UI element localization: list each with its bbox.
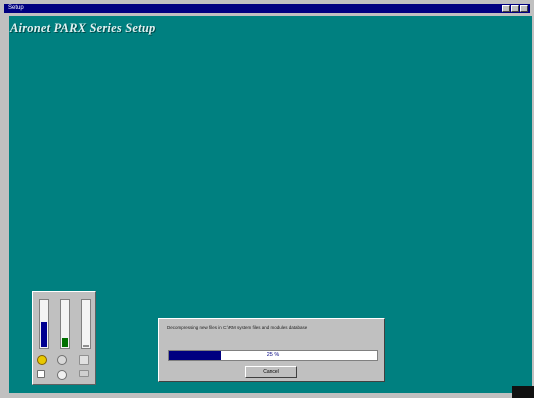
floppy-disk-icon	[37, 355, 47, 365]
document-icon	[37, 370, 45, 378]
progress-bar: 25 %	[168, 350, 378, 361]
disk-meters-panel	[32, 291, 96, 385]
taskbar-corner	[512, 386, 534, 398]
disk-meter-a-fill	[41, 321, 47, 347]
progress-percent-label: 25 %	[266, 352, 280, 358]
disk-meter-a	[39, 299, 49, 349]
disk-meter-c-fill	[83, 344, 89, 347]
computer-icon	[79, 370, 89, 377]
cd-icon	[57, 370, 67, 380]
maximize-icon[interactable]	[511, 5, 519, 12]
window-title: Setup	[8, 5, 24, 11]
hard-disk-icon	[57, 355, 67, 365]
disk-meter-c	[81, 299, 91, 349]
setup-window: Setup Aironet PARX Series Setup Decompre…	[0, 0, 534, 398]
disk-meter-b-fill	[62, 337, 68, 347]
close-icon[interactable]	[520, 5, 528, 12]
network-drive-icon	[79, 355, 89, 365]
progress-dialog: Decompressing new files in C:\RM system …	[158, 318, 385, 382]
minimize-icon[interactable]	[502, 5, 510, 12]
cancel-button[interactable]: Cancel	[245, 366, 297, 378]
disk-meter-b	[60, 299, 70, 349]
window-controls	[502, 5, 528, 12]
setup-title: Aironet PARX Series Setup	[10, 21, 156, 35]
title-bar[interactable]: Setup	[4, 4, 530, 13]
status-text: Decompressing new files in C:\RM system …	[167, 325, 308, 330]
